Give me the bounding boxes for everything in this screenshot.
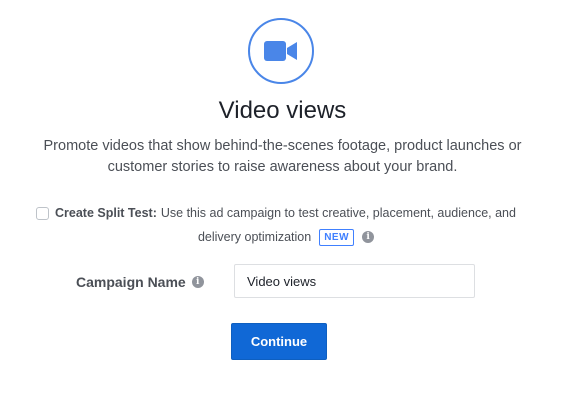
split-test-checkbox[interactable]: [36, 206, 49, 220]
objective-icon-circle: [248, 18, 314, 84]
campaign-name-label-row: Campaign Name i: [76, 272, 204, 292]
split-test-row: Create Split Test: Use this ad campaign …: [36, 202, 536, 248]
objective-title: Video views: [218, 97, 347, 124]
split-test-line2: delivery optimization NEW i: [36, 226, 516, 248]
split-test-text-line1: Use this ad campaign to test creative, p…: [160, 206, 516, 220]
campaign-name-input[interactable]: [234, 264, 475, 298]
video-camera-icon: [264, 41, 297, 61]
split-test-info-icon[interactable]: i: [362, 231, 375, 243]
campaign-name-label: Campaign Name: [76, 274, 186, 290]
new-badge: NEW: [319, 228, 355, 246]
objective-description: Promote videos that show behind-the-scen…: [43, 138, 522, 175]
split-test-label: Create Split Test:: [55, 206, 157, 220]
continue-button[interactable]: Continue: [231, 323, 327, 360]
split-test-text-line2: delivery optimization: [197, 230, 312, 244]
campaign-name-info-icon[interactable]: i: [191, 276, 204, 288]
split-test-line1: Create Split Test: Use this ad campaign …: [36, 202, 536, 224]
